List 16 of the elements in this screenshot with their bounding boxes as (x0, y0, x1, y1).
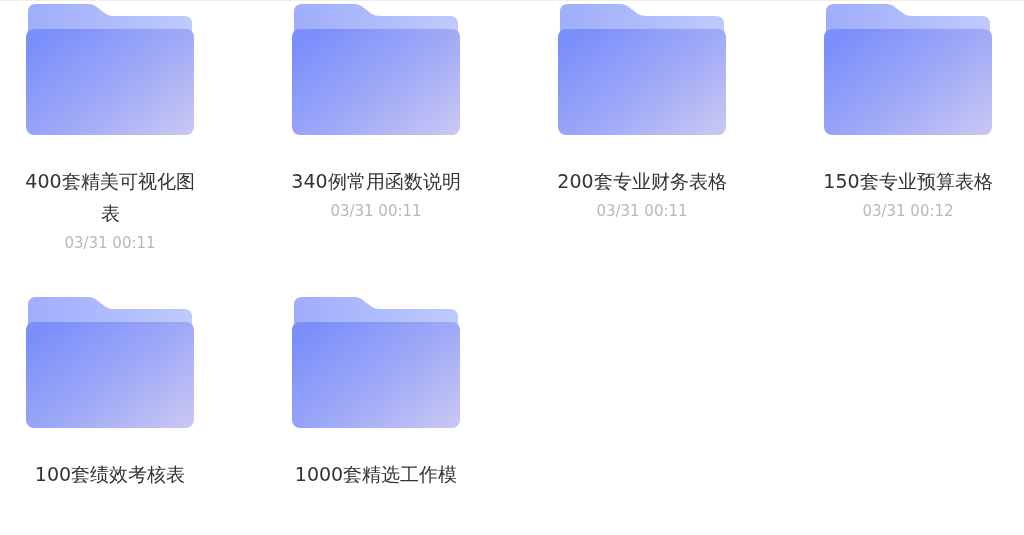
folder-name[interactable]: 400套精美可视化图表 (17, 165, 203, 229)
folder-date: 03/31 00:12 (862, 201, 954, 222)
folder-icon (26, 294, 194, 429)
folder-icon (292, 2, 460, 136)
folder-icon (292, 294, 460, 429)
folder-name[interactable]: 100套绩效考核表 (17, 457, 203, 490)
folder-icon (558, 2, 726, 136)
folder-date: 03/31 00:11 (330, 201, 422, 222)
folder-name[interactable]: 150套专业预算表格 (815, 165, 1001, 197)
folder-icon (26, 2, 194, 136)
folder-date: 03/31 00:11 (596, 201, 688, 222)
folder-icon (824, 2, 992, 136)
folder-name[interactable]: 1000套精选工作模 (283, 457, 469, 490)
folder-name[interactable]: 200套专业财务表格 (549, 165, 735, 197)
folder-name[interactable]: 340例常用函数说明 (283, 165, 469, 197)
folder-date: 03/31 00:11 (64, 233, 156, 254)
